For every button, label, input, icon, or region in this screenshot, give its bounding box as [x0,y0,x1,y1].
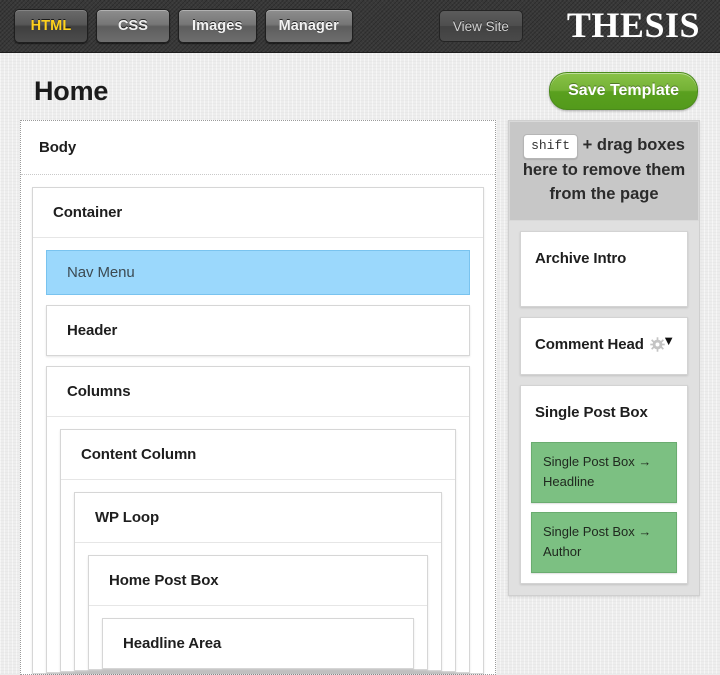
tab-css-label: CSS [117,18,149,34]
box-body-label: Body [39,139,77,156]
tab-images-label: Images [192,18,243,34]
sidebar-item-list: Archive Intro Comment Head ▼ Single Post… [509,221,699,595]
save-template-label: Save Template [568,82,679,99]
view-site-button[interactable]: View Site [438,10,523,42]
sidebar-chip-author-label: Single Post Box → Author [543,523,652,559]
box-headline-area[interactable]: Headline Area [102,618,414,669]
thesis-logo: THESIS [566,4,700,45]
box-headline-area-label: Headline Area [123,635,222,652]
box-nav-menu[interactable]: Nav Menu [46,250,470,295]
page-header-row: Home Save Template [0,53,720,111]
page-title: Home [34,75,109,106]
sidebar-item-single-post-box-label: Single Post Box [535,403,648,421]
sidebar-item-single-post-box-head: Single Post Box [521,386,687,442]
shift-key-cap: shift [523,134,579,160]
sidebar-panel: shift + drag boxes here to remove them f… [508,120,700,597]
sidebar-item-comment-head-head: Comment Head ▼ [521,318,687,374]
box-wp-loop-label: WP Loop [95,509,160,526]
box-wp-loop[interactable]: WP Loop Home Post Box Headline Area [74,492,442,671]
box-container-label: Container [53,204,123,221]
box-columns-label: Columns [67,383,131,400]
tab-images[interactable]: Images [178,9,257,43]
view-site-label: View Site [452,18,509,34]
sidebar-chip-headline[interactable]: Single Post Box → Headline [531,441,677,503]
box-content-column[interactable]: Content Column WP Loop Home Post Box Hea… [60,429,456,672]
tab-css[interactable]: CSS [96,9,170,43]
sidebar-chip-author[interactable]: Single Post Box → Author [531,511,677,574]
chevron-down-icon[interactable]: ▼ [662,334,675,347]
top-toolbar: HTML CSS Images Manager View Site THESIS [0,0,720,53]
box-header[interactable]: Header [46,305,470,356]
box-body-children: Container Nav Menu Header Columns Conten… [21,174,495,674]
tab-html[interactable]: HTML [14,9,88,43]
sidebar-chip-headline-label: Single Post Box → Headline [543,453,652,489]
box-columns[interactable]: Columns Content Column WP Loop Home Post… [46,366,470,673]
sidebar-item-comment-head[interactable]: Comment Head ▼ [520,317,688,375]
sidebar-item-archive-intro-head: Archive Intro [521,232,687,306]
box-home-post-box-children: Headline Area [89,605,427,669]
sidebar-item-archive-intro-label: Archive Intro [535,250,627,268]
sidebar-item-archive-intro[interactable]: Archive Intro [520,231,688,308]
box-content-column-label: Content Column [81,446,197,463]
box-content-column-children: WP Loop Home Post Box Headline Area [61,479,455,671]
box-nav-menu-label: Nav Menu [67,264,135,281]
save-template-button[interactable]: Save Template [549,72,698,110]
sidebar-item-comment-head-label: Comment Head [535,336,644,354]
box-body[interactable]: Body Container Nav Menu Header Columns C… [20,120,496,675]
box-container[interactable]: Container Nav Menu Header Columns Conten… [32,187,484,674]
box-home-post-box[interactable]: Home Post Box Headline Area [88,555,428,670]
tab-manager[interactable]: Manager [264,9,353,43]
box-header-label: Header [67,322,118,339]
sidebar-item-single-post-box-children: Single Post Box → Headline Single Post B… [521,441,687,584]
box-home-post-box-label: Home Post Box [109,572,219,589]
remove-dropzone[interactable]: shift + drag boxes here to remove them f… [509,121,699,222]
sidebar-item-single-post-box[interactable]: Single Post Box Single Post Box → Headli… [520,384,688,585]
template-canvas: Body Container Nav Menu Header Columns C… [20,120,496,675]
tab-html-label: HTML [30,18,72,34]
box-columns-children: Content Column WP Loop Home Post Box Hea… [47,416,469,672]
box-container-children: Nav Menu Header Columns Content Column W… [33,237,483,673]
main-content: Body Container Nav Menu Header Columns C… [0,111,720,675]
box-wp-loop-children: Home Post Box Headline Area [75,542,441,670]
tab-manager-label: Manager [278,18,339,34]
